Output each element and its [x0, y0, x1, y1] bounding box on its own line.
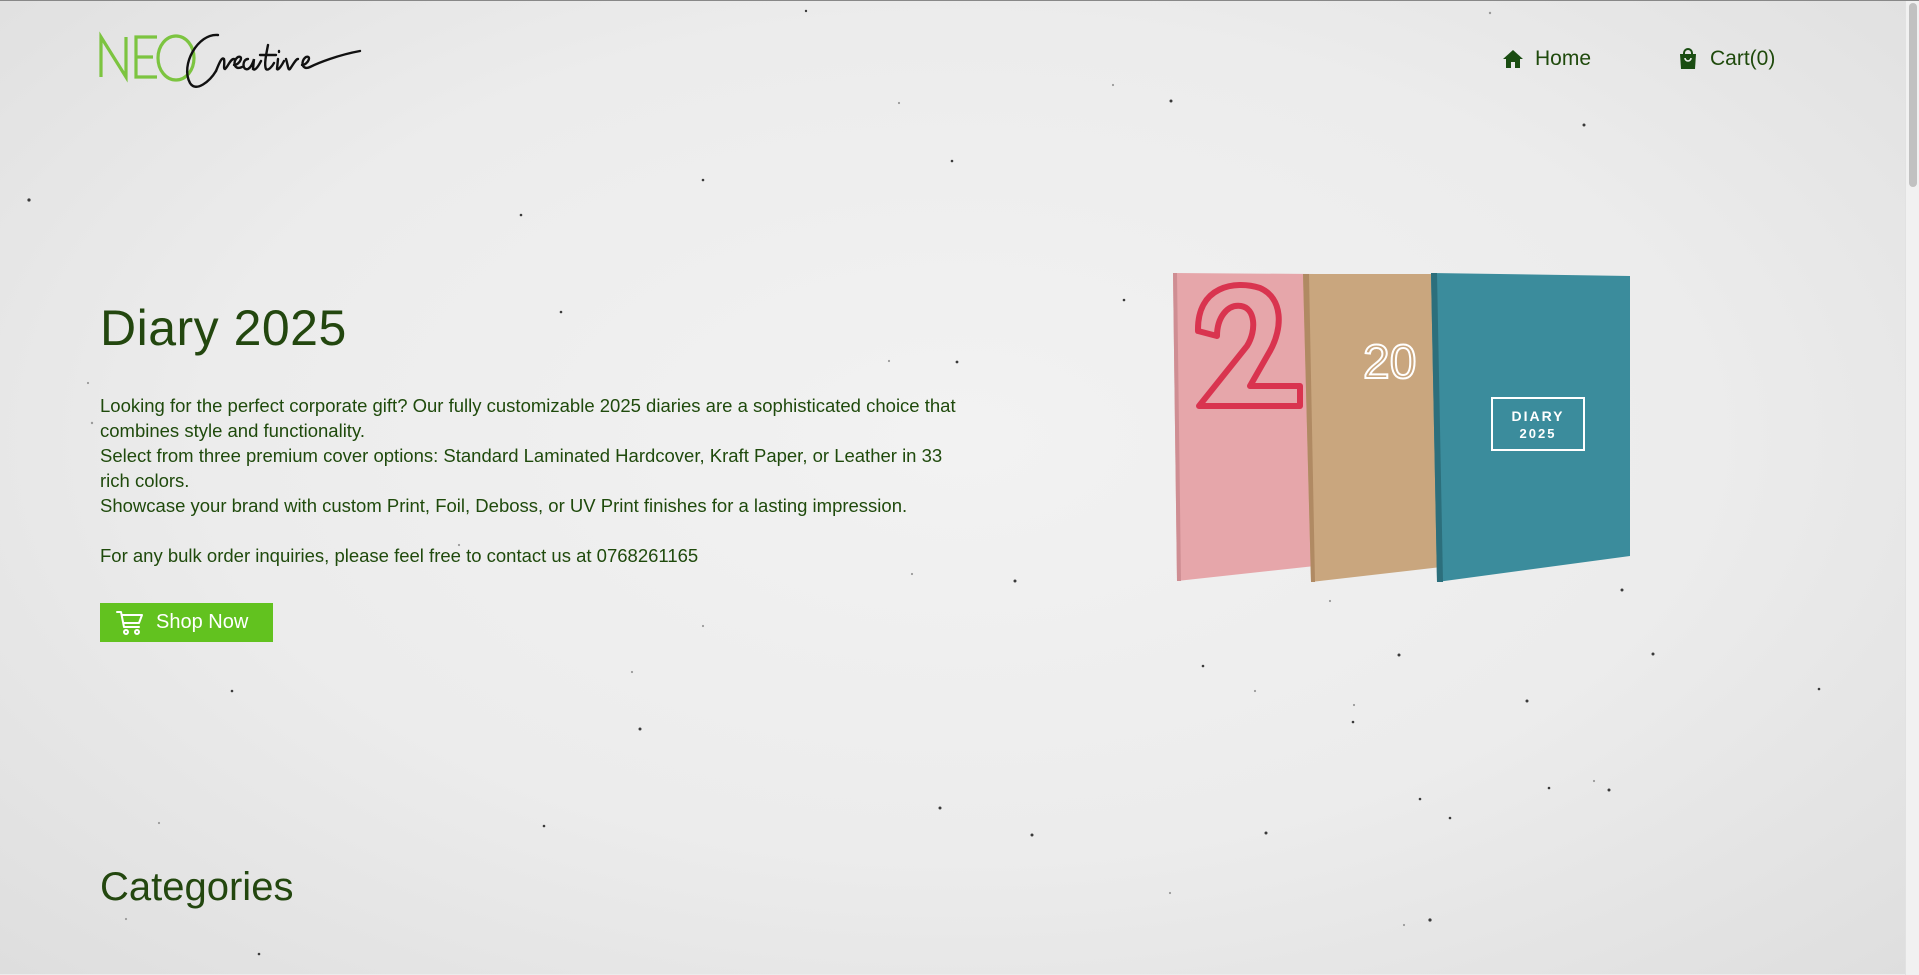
categories-heading: Categories: [100, 865, 294, 909]
shopping-cart-icon: [116, 610, 143, 635]
kraft-cover-art: 20: [1363, 336, 1416, 389]
kraft-diary-cover: 20: [1303, 274, 1450, 582]
hero-contact: For any bulk order inquiries, please fee…: [100, 545, 699, 566]
neo-creative-logo[interactable]: [98, 25, 363, 95]
shop-now-button[interactable]: Shop Now: [100, 603, 273, 642]
page: Home Cart(0) Diary 2025 Looking for the …: [0, 0, 1919, 975]
shop-now-label: Shop Now: [156, 611, 249, 633]
hero-title: Diary 2025: [100, 300, 347, 356]
page-scrollbar[interactable]: [1905, 1, 1919, 975]
nav-home-label: Home: [1535, 47, 1592, 70]
shopping-bag-icon: [1680, 48, 1696, 69]
home-icon: [1503, 50, 1523, 68]
nav-cart-label: Cart(0): [1710, 47, 1776, 70]
nav-cart-link[interactable]: Cart(0): [1676, 47, 1775, 71]
hero-description: Looking for the perfect corporate gift? …: [100, 393, 960, 568]
teal-cover-line1: DIARY: [1511, 408, 1564, 424]
teal-cover-line2: 2025: [1520, 426, 1557, 441]
scrollbar-thumb[interactable]: [1909, 3, 1917, 187]
hero-paragraph: Looking for the perfect corporate gift? …: [100, 395, 956, 441]
teal-diary-cover: DIARY 2025: [1431, 273, 1630, 582]
hero-paragraph: Select from three premium cover options:…: [100, 445, 943, 491]
pink-diary-cover: [1173, 273, 1315, 581]
diary-covers-image: 20 DIARY 2025: [1173, 273, 1630, 582]
nav-home-link[interactable]: Home: [1501, 47, 1591, 71]
hero-paragraph: Showcase your brand with custom Print, F…: [100, 495, 908, 516]
